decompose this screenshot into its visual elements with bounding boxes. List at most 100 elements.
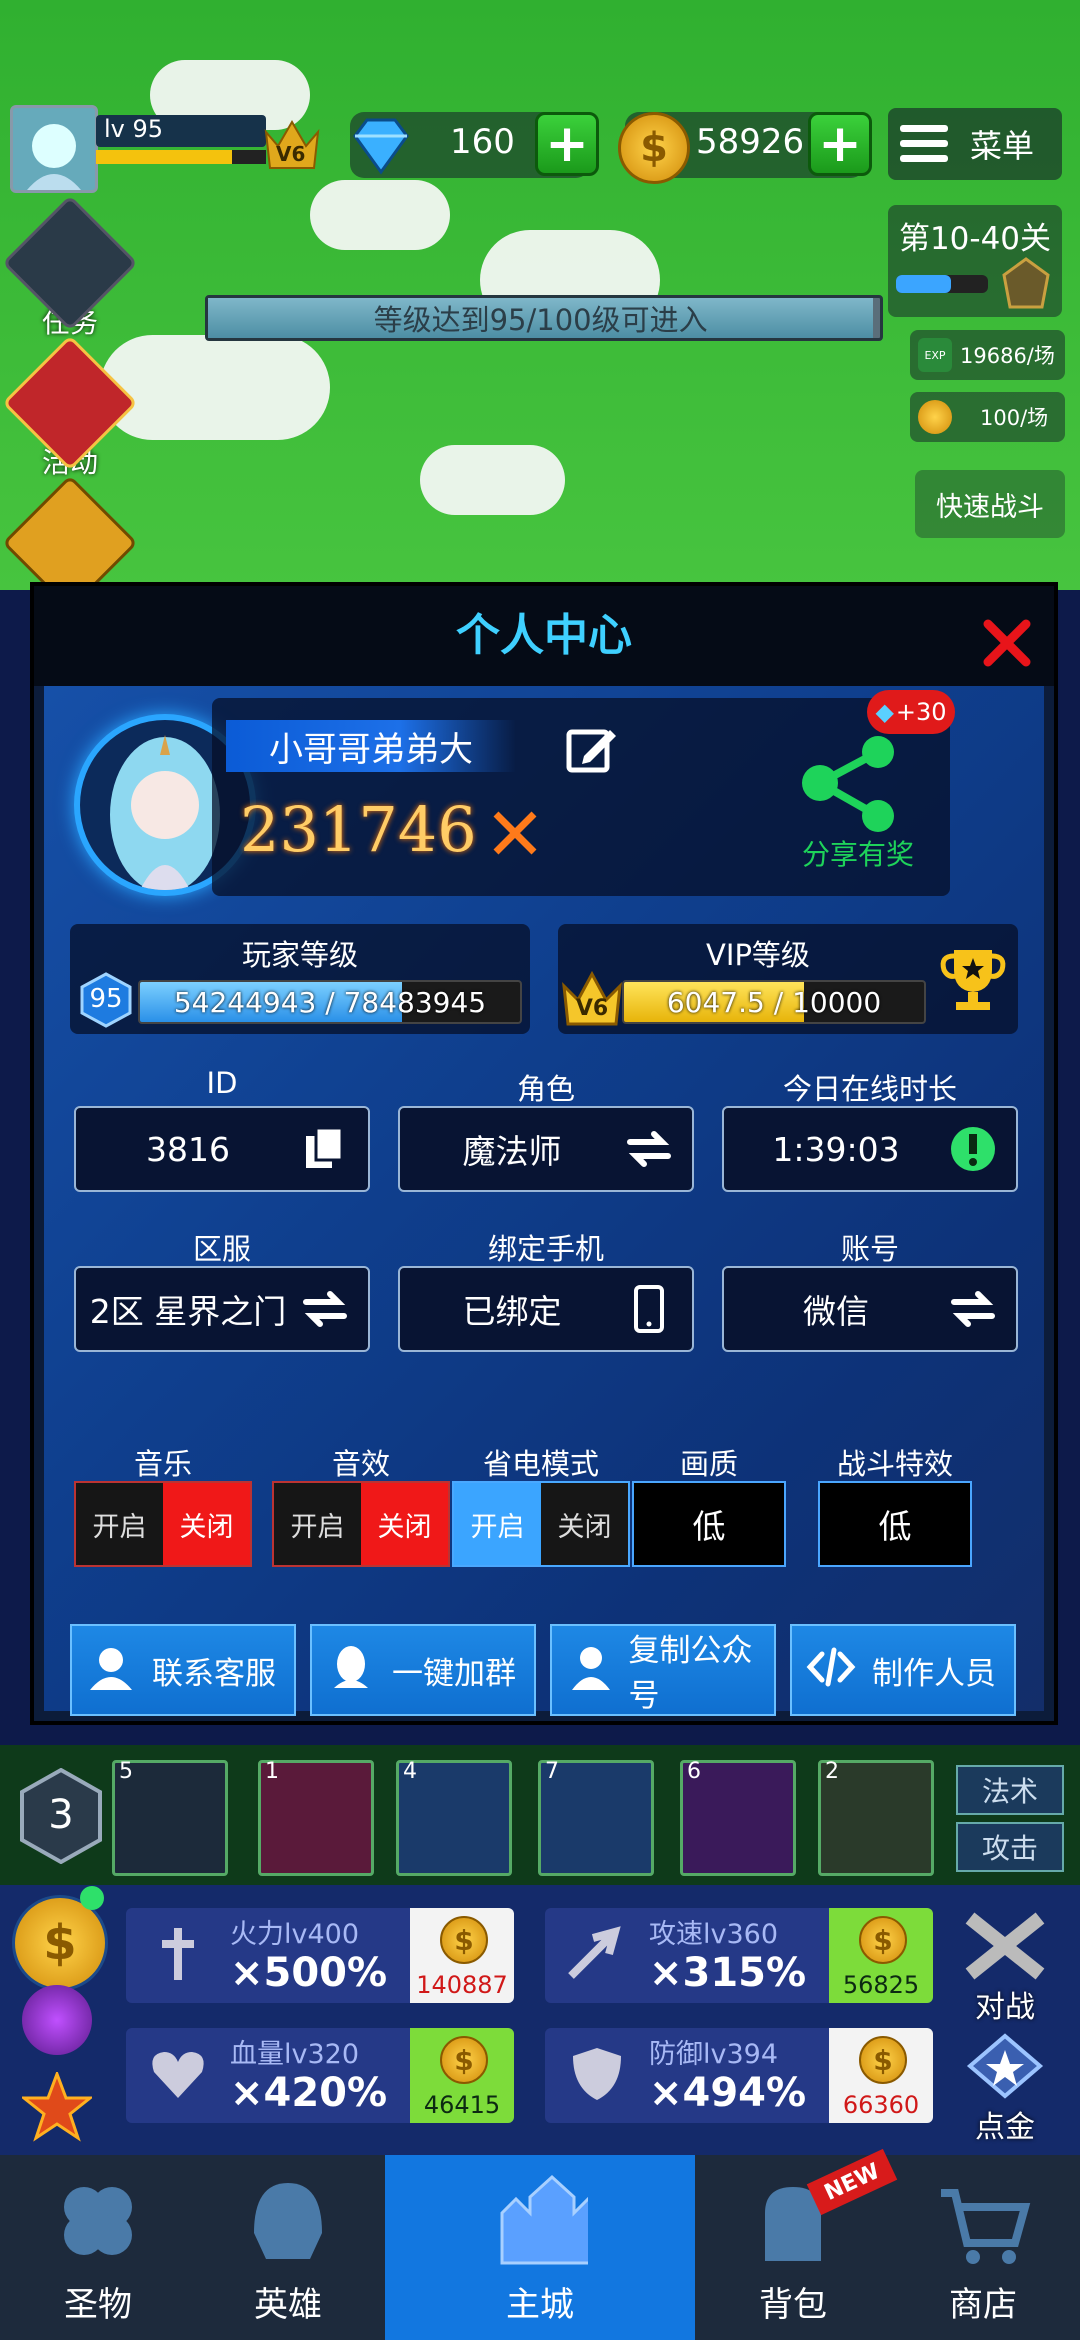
power-save-on-option[interactable]: 开启	[454, 1483, 541, 1565]
upgrade-cost[interactable]: $140887	[410, 1908, 514, 2003]
phone-icon	[634, 1285, 664, 1333]
sfx-on-option[interactable]: 开启	[274, 1483, 361, 1565]
power-save-toggle[interactable]: 开启 关闭	[452, 1481, 630, 1567]
role-field[interactable]: 魔法师	[398, 1106, 694, 1192]
level-badge-text: 95	[89, 984, 123, 1014]
gold-touch-button[interactable]: 点金	[950, 2030, 1060, 2145]
skill-slot[interactable]: 6	[680, 1759, 796, 1876]
heart-icon	[152, 2052, 204, 2098]
vip-text: V6	[276, 142, 306, 166]
upgrade-cost[interactable]: $46415	[410, 2028, 514, 2123]
music-on-option[interactable]: 开启	[76, 1483, 163, 1565]
tab-heroes[interactable]: 英雄	[190, 2155, 386, 2340]
star-burst-icon[interactable]	[19, 2069, 95, 2142]
skill-slot[interactable]: 1	[258, 1759, 374, 1876]
tab-shop[interactable]: 商店	[885, 2155, 1080, 2340]
trophy-icon[interactable]	[938, 944, 1008, 1014]
id-label: ID	[206, 1066, 238, 1100]
quality-label: 画质	[679, 1447, 738, 1481]
quality-select[interactable]: 低	[632, 1481, 786, 1567]
activity-button[interactable]: 活动	[2, 335, 138, 481]
sfx-toggle[interactable]: 开启 关闭	[272, 1481, 450, 1567]
sfx-off-option[interactable]: 关闭	[361, 1483, 448, 1565]
join-group-button[interactable]: 一键加群	[310, 1624, 536, 1716]
notification-dot	[80, 1886, 104, 1910]
boss-icon	[1002, 257, 1050, 309]
player-avatar-small[interactable]	[10, 105, 98, 193]
magic-star-icon	[966, 2033, 1044, 2099]
music-toggle[interactable]: 开启 关闭	[74, 1481, 252, 1567]
vip-badge-text: V6	[575, 996, 609, 1021]
nickname: 小哥哥弟弟大	[226, 720, 516, 772]
music-off-option[interactable]: 关闭	[163, 1483, 250, 1565]
coin-count: 58926	[696, 122, 805, 162]
exp-rate: EXP 19686/场	[910, 330, 1065, 380]
upgrade-defense[interactable]: 防御lv394 ×494% $66360	[545, 2028, 933, 2123]
skill-slot[interactable]: 7	[538, 1759, 654, 1876]
coin-icon: $	[859, 1916, 907, 1964]
upgrade-attack-speed[interactable]: 攻速lv360 ×315% $56825	[545, 1908, 933, 2003]
combat-power: 231746	[240, 793, 477, 866]
vip-exp-bar: 6047.5 / 10000	[622, 980, 926, 1024]
online-time-field: 1:39:03	[722, 1106, 1018, 1192]
upgrade-firepower[interactable]: 火力lv400 ×500% $140887	[126, 1908, 514, 2003]
battle-fx-select[interactable]: 低	[818, 1481, 972, 1567]
copy-icon[interactable]	[300, 1124, 360, 1174]
skill-slot[interactable]: 2	[818, 1759, 934, 1876]
upgrade-cost[interactable]: $56825	[829, 1908, 933, 2003]
share-icon[interactable]	[792, 728, 912, 848]
contact-service-button[interactable]: 联系客服	[70, 1624, 296, 1716]
swap-icon[interactable]	[624, 1124, 684, 1174]
credits-button[interactable]: 制作人员	[790, 1624, 1016, 1716]
stage-panel[interactable]: 第10-40关	[888, 205, 1062, 317]
player-level-label: 玩家等级	[241, 938, 358, 972]
fast-battle-button[interactable]: 快速战斗	[915, 470, 1065, 538]
skill-slot[interactable]: 4	[396, 1759, 512, 1876]
add-coins-button[interactable]: +	[808, 112, 872, 176]
edit-icon[interactable]	[564, 722, 618, 776]
shopping-cart-icon	[941, 2189, 1031, 2264]
account-field[interactable]: 微信	[722, 1266, 1018, 1352]
menu-button[interactable]: 菜单	[888, 108, 1062, 180]
magic-tab[interactable]: 法术	[956, 1765, 1064, 1815]
tab-relics[interactable]: 圣物	[0, 2155, 196, 2340]
role-label: 角色	[516, 1072, 575, 1106]
coin-icon: $	[440, 2036, 488, 2084]
info-exclamation-icon[interactable]	[948, 1124, 1008, 1174]
vip-crown-icon: V6	[262, 112, 322, 172]
swap-icon[interactable]	[300, 1284, 360, 1334]
sfx-label: 音效	[331, 1447, 390, 1481]
server-field[interactable]: 2区 星界之门	[74, 1266, 370, 1352]
menu-label: 菜单	[970, 127, 1035, 165]
vortex-icon[interactable]	[22, 1985, 92, 2055]
hamburger-icon	[900, 125, 948, 162]
crossed-swords-icon	[965, 1912, 1045, 1980]
id-field[interactable]: 3816	[74, 1106, 370, 1192]
upgrade-health[interactable]: 血量lv320 ×420% $46415	[126, 2028, 514, 2123]
diamond-icon: ◆	[875, 698, 894, 726]
phone-label: 绑定手机	[487, 1232, 604, 1266]
side-button-3[interactable]	[2, 475, 138, 611]
castle-icon	[500, 2174, 588, 2265]
cloud	[100, 335, 330, 440]
skill-slot[interactable]: 5	[112, 1759, 228, 1876]
firepower-icon	[162, 1928, 194, 1980]
copy-official-account-button[interactable]: 复制公众号	[550, 1624, 776, 1716]
close-icon[interactable]	[982, 618, 1032, 668]
swap-icon[interactable]	[948, 1284, 1008, 1334]
attack-tab[interactable]: 攻击	[956, 1822, 1064, 1872]
share-bonus-text: +30	[895, 698, 947, 726]
level-text: lv 95	[104, 115, 164, 143]
code-icon	[806, 1647, 856, 1687]
online-time-label: 今日在线时长	[782, 1072, 957, 1106]
gold-touch-label: 点金	[975, 2110, 1035, 2145]
add-gems-button[interactable]: +	[535, 112, 599, 176]
upgrade-cost[interactable]: $66360	[829, 2028, 933, 2123]
power-save-off-option[interactable]: 关闭	[541, 1483, 628, 1565]
tab-main-city[interactable]: 主城	[385, 2155, 695, 2340]
task-button[interactable]: 任务	[2, 195, 138, 341]
phone-field[interactable]: 已绑定	[398, 1266, 694, 1352]
level-notice-bar: 等级达到95/100级可进入	[205, 295, 883, 341]
battle-button[interactable]: 对战	[950, 1910, 1060, 2025]
coin-icon: $	[440, 1916, 488, 1964]
